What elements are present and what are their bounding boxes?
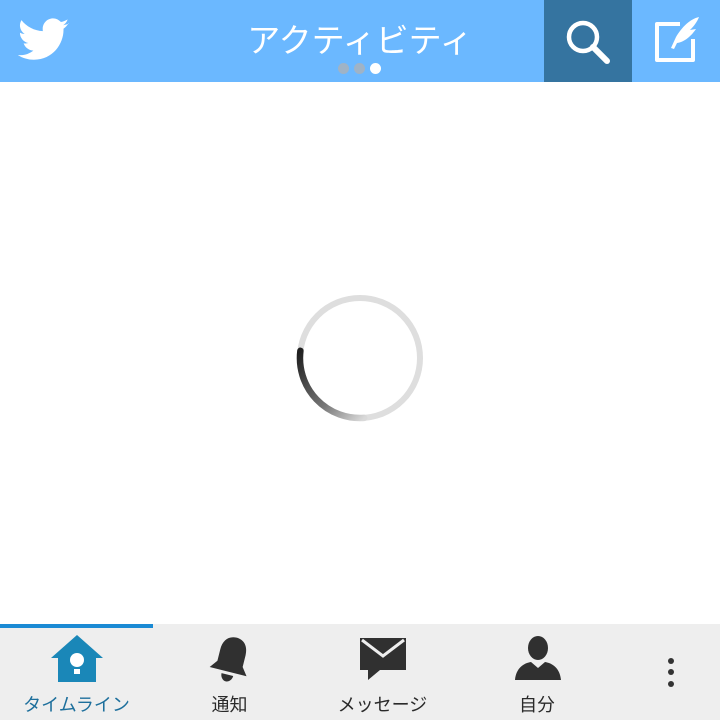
birdhouse-icon <box>51 635 103 682</box>
twitter-bird-icon[interactable] <box>17 18 70 62</box>
tab-me[interactable]: 自分 <box>459 628 615 720</box>
more-vertical-icon[interactable] <box>650 644 692 700</box>
compose-icon <box>655 17 699 62</box>
tab-label-timeline: タイムライン <box>23 695 130 716</box>
bottom-navigation: タイムライン 通知 メッセージ 自分 <box>0 624 720 720</box>
loading-spinner <box>294 292 426 424</box>
tab-timeline[interactable]: タイムライン <box>0 628 153 720</box>
page-dot-1 <box>338 63 349 74</box>
search-icon <box>566 20 610 64</box>
search-button[interactable] <box>544 0 632 82</box>
activity-content <box>0 82 720 624</box>
tab-notifications[interactable]: 通知 <box>153 628 306 720</box>
page-title: アクティビティ <box>247 21 473 60</box>
envelope-icon <box>360 638 406 680</box>
page-indicator <box>337 63 383 75</box>
top-app-bar: アクティビティ <box>0 0 720 82</box>
tab-messages[interactable]: メッセージ <box>306 628 459 720</box>
page-dot-3-active <box>370 63 381 74</box>
bell-icon <box>209 637 247 682</box>
page-dot-2 <box>354 63 365 74</box>
tab-label-me: 自分 <box>519 695 555 716</box>
tab-label-notifications: 通知 <box>211 695 248 716</box>
person-icon <box>515 636 561 680</box>
compose-button[interactable] <box>632 0 720 82</box>
tab-label-messages: メッセージ <box>337 695 428 716</box>
